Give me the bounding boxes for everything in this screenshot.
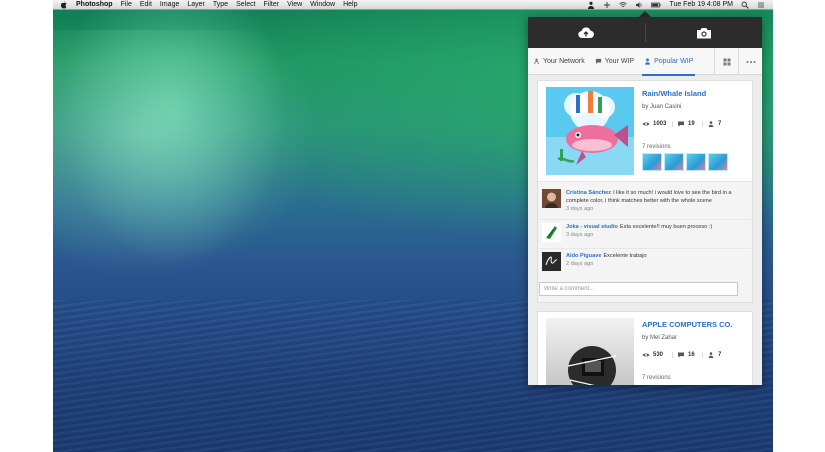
comments-count: 16 [688,352,695,358]
menu-view[interactable]: View [287,0,302,10]
comment-count-icon [678,121,684,127]
avatar[interactable] [542,189,561,208]
cloud-upload-icon [578,26,595,38]
grid-icon [723,58,730,65]
feed-tabs: Your Network Your WIP Popular WIP [528,48,762,76]
revisions-label: 7 revisions [642,144,671,150]
grid-view-button[interactable] [714,48,738,75]
behance-tray-icon[interactable] [587,1,595,9]
comment-time: 2 days ago [566,261,594,267]
menu-app-name[interactable]: Photoshop [76,0,113,10]
notification-list-icon[interactable] [757,1,765,9]
more-options-button[interactable] [738,48,762,75]
views-count: 530 [653,352,664,358]
wifi-icon[interactable] [619,1,628,9]
upload-button[interactable] [528,17,645,48]
eye-icon [642,353,650,357]
menubar-clock[interactable]: Tue Feb 19 4:08 PM [669,0,733,10]
appreciations-count: 7 [718,121,722,127]
menu-filter[interactable]: Filter [264,0,280,10]
revisions-label: 7 revisions [642,375,671,381]
menu-window[interactable]: Window [310,0,335,10]
revision-thumbnail[interactable] [686,153,706,171]
wip-card: APPLE COMPUTERS CO. by Mel Zahar 530 16 [537,311,753,385]
tab-your-network-label: Your Network [543,57,585,65]
views-count: 1003 [653,121,667,127]
comment-item: Aldo Piguave Excelente trabajo 2 days ago [539,249,751,277]
tab-your-network[interactable]: Your Network [528,48,590,75]
wave-highlight [53,30,333,290]
menu-help[interactable]: Help [343,0,357,10]
volume-icon[interactable] [635,1,643,9]
tab-your-wip-label: Your WIP [604,57,635,65]
comment-author[interactable]: Cristina Sánchez [566,190,611,196]
wip-feed[interactable]: Rain/Whale Island by Juan Casini 1003 19 [528,75,762,385]
menu-bar: Photoshop File Edit Image Layer Type Sel… [53,0,773,10]
menu-image[interactable]: Image [160,0,179,10]
wip-card: Rain/Whale Island by Juan Casini 1003 19 [537,80,753,303]
eye-icon [642,122,650,126]
appreciation-icon [708,352,714,358]
avatar[interactable] [542,252,561,271]
tab-popular-wip[interactable]: Popular WIP [639,48,698,76]
menu-edit[interactable]: Edit [140,0,152,10]
menu-select[interactable]: Select [236,0,255,10]
comment-author[interactable]: Aldo Piguave [566,253,601,259]
wip-thumbnail-whale-island[interactable] [546,87,634,175]
comments-count: 19 [688,121,695,127]
menu-type[interactable]: Type [213,0,228,10]
comment-time: 3 days ago [566,232,594,238]
menu-file[interactable]: File [121,0,132,10]
comment-time: 3 days ago [566,206,594,212]
revision-thumbnail[interactable] [664,153,684,171]
revision-thumbnail[interactable] [708,153,728,171]
behance-panel: Your Network Your WIP Popular WIP Rain/W… [528,17,762,385]
appreciation-icon [708,121,714,127]
comment-item: Cristina Sánchez I like it so much! i wou… [539,186,751,220]
wip-thumbnail-apple-computers[interactable] [546,318,634,385]
wip-title[interactable]: APPLE COMPUTERS CO. [642,320,744,329]
wip-title[interactable]: Rain/Whale Island [642,89,744,98]
network-icon [533,58,540,64]
comment-icon [595,58,601,64]
comment-item: Joka - visual studio Esta excelente!! muy… [539,220,751,249]
avatar[interactable] [542,223,561,242]
more-dots-icon [746,60,755,63]
wip-author[interactable]: by Juan Casini [642,104,744,110]
spotlight-icon[interactable] [741,1,749,9]
revision-thumbnail[interactable] [642,153,662,171]
tab-your-wip[interactable]: Your WIP [590,48,639,75]
panel-top-bar [528,17,762,48]
comment-list: Cristina Sánchez I like it so much! i wou… [538,181,752,302]
comment-text: Excelente trabajo [603,253,647,259]
battery-icon[interactable] [651,1,662,9]
camera-icon [696,27,711,38]
tab-popular-wip-label: Popular WIP [654,57,694,65]
appreciations-count: 7 [718,352,722,358]
apple-icon[interactable] [59,0,68,9]
comment-author[interactable]: Joka - visual studio [566,224,618,230]
sync-icon[interactable] [603,1,611,9]
person-icon [645,58,651,65]
menu-layer[interactable]: Layer [187,0,205,10]
comment-input[interactable] [539,282,738,296]
comment-count-icon [678,352,684,358]
comment-text: Esta excelente!! muy buen proceso :) [619,224,713,230]
screenshot-button[interactable] [646,17,763,48]
wip-author[interactable]: by Mel Zahar [642,335,744,341]
